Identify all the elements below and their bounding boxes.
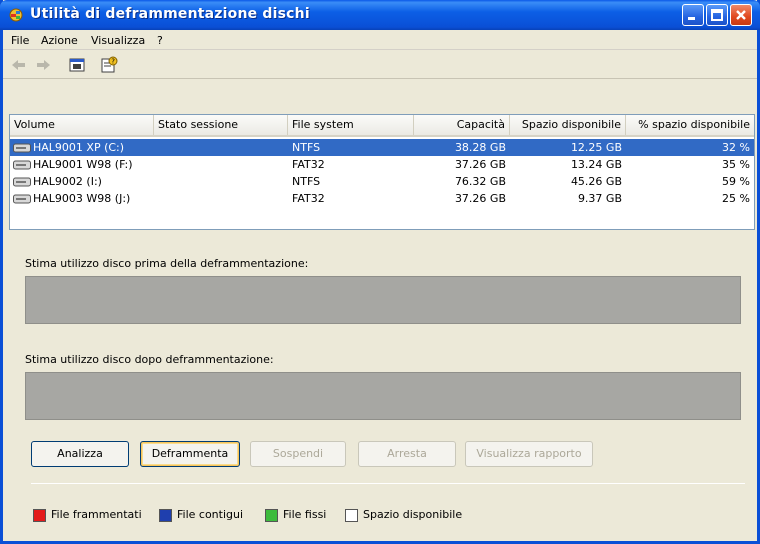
legend-contiguous-label: File contigui (177, 508, 244, 521)
hard-drive-icon (13, 194, 31, 204)
svg-text:?: ? (111, 58, 115, 66)
legend-contiguous-swatch (159, 509, 172, 522)
legend-fragmented-swatch (33, 509, 46, 522)
col-file-system[interactable]: File system (288, 115, 414, 135)
volume-row[interactable]: HAL9002 (I:) NTFS 76.32 GB 45.26 GB 59 % (10, 173, 754, 190)
properties-button[interactable]: ? (99, 55, 121, 75)
menu-file[interactable]: File (11, 34, 29, 47)
estimate-after-label: Stima utilizzo disco dopo deframmentazio… (25, 353, 274, 366)
estimate-after-display (25, 372, 741, 420)
free-space: 12.25 GB (570, 141, 622, 154)
file-system: FAT32 (292, 158, 325, 171)
menu-help[interactable]: ? (157, 34, 163, 47)
file-system: NTFS (292, 175, 321, 188)
volume-list[interactable]: Volume Stato sessione File system Capaci… (9, 114, 755, 230)
free-percent: 32 % (722, 141, 750, 154)
hard-drive-icon (13, 143, 31, 153)
legend-fragmented-label: File frammentati (51, 508, 142, 521)
col-free-space[interactable]: Spazio disponibile (510, 115, 626, 135)
free-space: 13.24 GB (570, 158, 622, 171)
capacity: 38.28 GB (454, 141, 506, 154)
volume-name: HAL9001 W98 (F:) (33, 158, 133, 171)
list-header: Volume Stato sessione File system Capaci… (10, 115, 754, 137)
minimize-button[interactable] (682, 4, 704, 26)
volume-name: HAL9002 (I:) (33, 175, 102, 188)
console-view-icon (69, 58, 85, 72)
free-space: 45.26 GB (570, 175, 622, 188)
col-capacity[interactable]: Capacità (414, 115, 510, 135)
title-bar[interactable]: Utilità di deframmentazione dischi (0, 0, 760, 30)
properties-help-icon: ? (101, 56, 118, 73)
hard-drive-icon (13, 160, 31, 170)
console-view-button[interactable] (67, 55, 89, 75)
maximize-button[interactable] (706, 4, 728, 26)
capacity: 76.32 GB (454, 175, 506, 188)
close-icon (736, 10, 746, 20)
forward-arrow-icon (37, 60, 50, 70)
volume-row[interactable]: HAL9003 W98 (J:) FAT32 37.26 GB 9.37 GB … (10, 190, 754, 207)
legend-free-space-label: Spazio disponibile (363, 508, 463, 521)
close-button[interactable] (730, 4, 752, 26)
free-percent: 59 % (722, 175, 750, 188)
estimate-before-display (25, 276, 741, 324)
minimize-icon (688, 17, 695, 20)
legend-free-space-swatch (345, 509, 358, 522)
col-volume[interactable]: Volume (10, 115, 154, 135)
free-space: 9.37 GB (577, 192, 622, 205)
hard-drive-icon (13, 177, 31, 187)
free-percent: 25 % (722, 192, 750, 205)
menu-bar: File Azione Visualizza ? (3, 30, 757, 50)
file-system: NTFS (292, 141, 321, 154)
window-title: Utilità di deframmentazione dischi (30, 6, 310, 22)
pause-button[interactable]: Sospendi (250, 441, 346, 467)
volume-name: HAL9003 W98 (J:) (33, 192, 131, 205)
forward-button[interactable] (33, 55, 55, 75)
menu-action[interactable]: Azione (41, 34, 78, 47)
defrag-app-icon (9, 8, 23, 22)
capacity: 37.26 GB (454, 192, 506, 205)
col-free-percent[interactable]: % spazio disponibile (626, 115, 754, 135)
stop-button[interactable]: Arresta (358, 441, 456, 467)
volume-row[interactable]: HAL9001 XP (C:) NTFS 38.28 GB 12.25 GB 3… (10, 139, 754, 156)
view-report-button[interactable]: Visualizza rapporto (465, 441, 593, 467)
legend-fixed-swatch (265, 509, 278, 522)
defragment-button[interactable]: Deframmenta (140, 441, 240, 467)
maximize-icon (711, 9, 723, 21)
volume-row[interactable]: HAL9001 W98 (F:) FAT32 37.26 GB 13.24 GB… (10, 156, 754, 173)
estimate-before-label: Stima utilizzo disco prima della deframm… (25, 257, 309, 270)
analyze-button[interactable]: Analizza (31, 441, 129, 467)
capacity: 37.26 GB (454, 158, 506, 171)
defrag-window: Utilità di deframmentazione dischi File … (0, 0, 760, 544)
back-button[interactable] (9, 55, 31, 75)
col-session-status[interactable]: Stato sessione (154, 115, 288, 135)
divider (31, 483, 745, 484)
volume-name: HAL9001 XP (C:) (33, 141, 125, 154)
file-system: FAT32 (292, 192, 325, 205)
toolbar: ? (3, 51, 757, 79)
back-arrow-icon (12, 60, 25, 70)
free-percent: 35 % (722, 158, 750, 171)
menu-view[interactable]: Visualizza (91, 34, 145, 47)
legend-fixed-label: File fissi (283, 508, 327, 521)
